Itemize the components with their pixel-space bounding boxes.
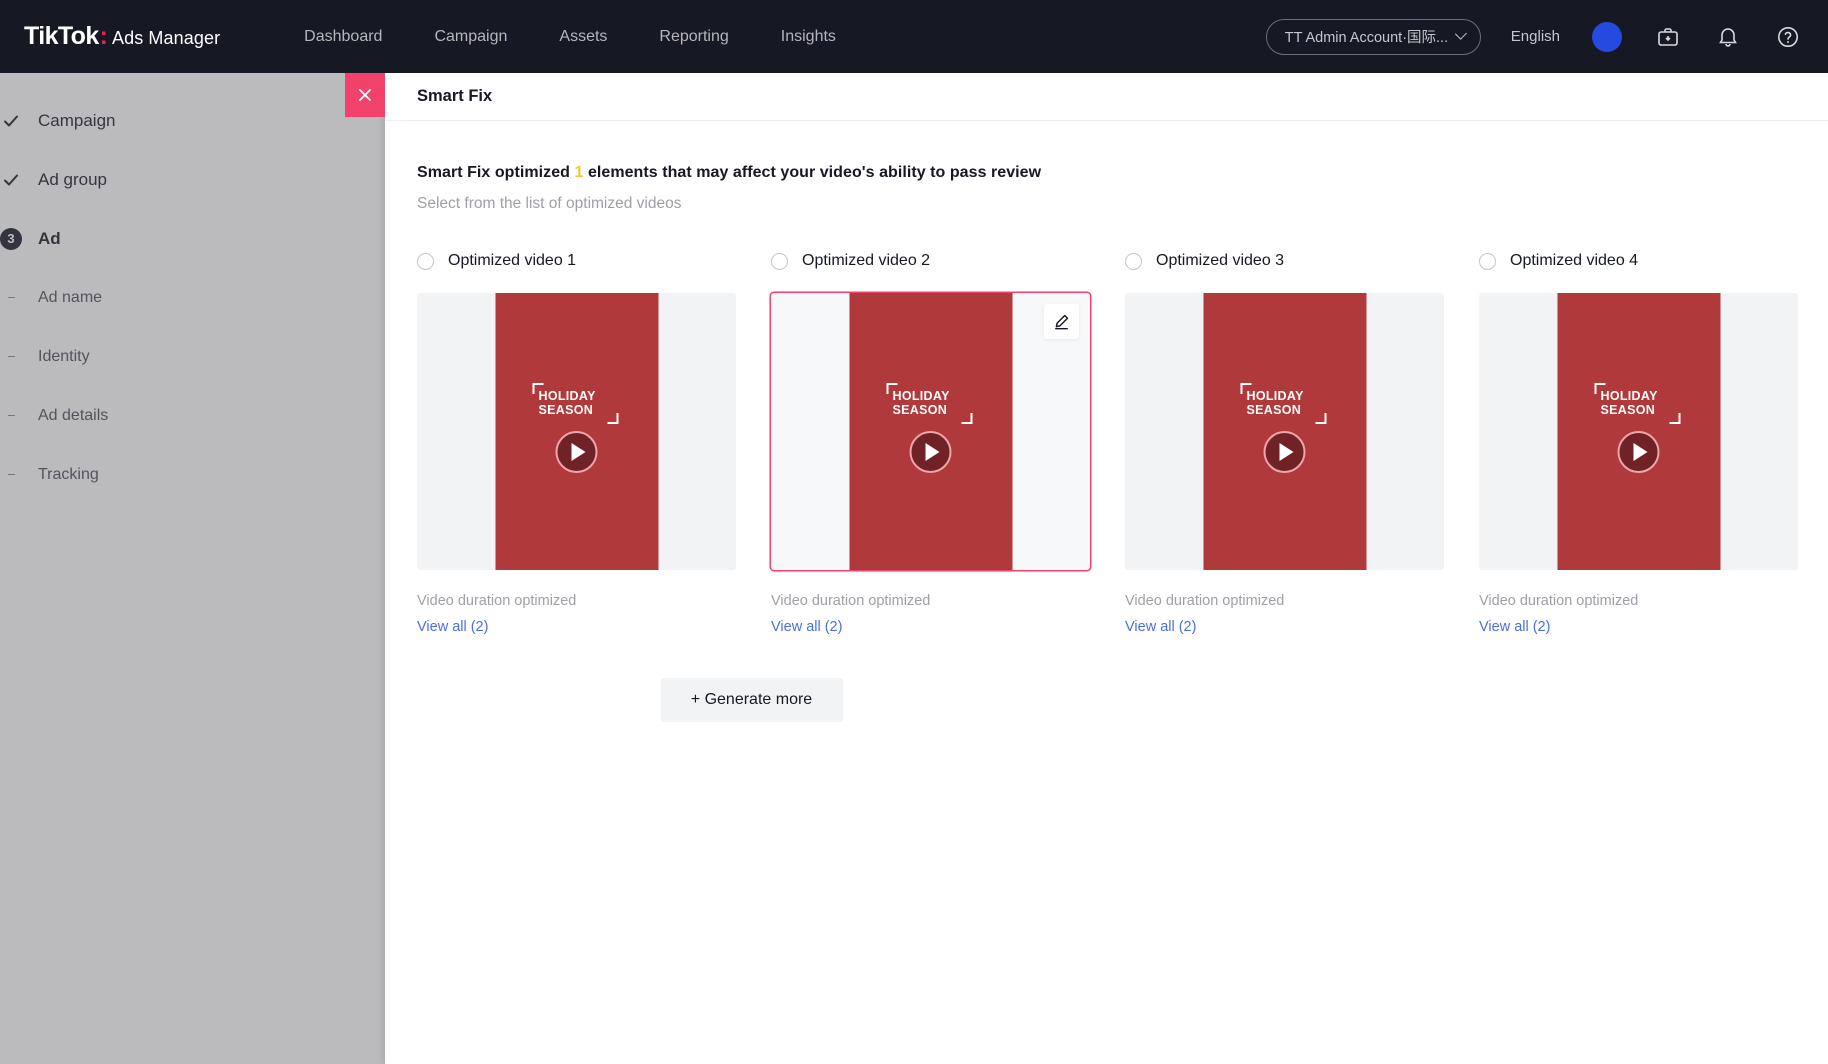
brand-logo[interactable]: TikTok : Ads Manager	[24, 22, 220, 51]
smart-fix-summary-before: Smart Fix optimized	[417, 164, 570, 181]
brand-tiktok-text: TikTok	[24, 22, 99, 50]
briefcase-icon[interactable]	[1654, 23, 1682, 51]
card-header: Optimized video 3	[1125, 248, 1479, 274]
nav-link-reporting[interactable]: Reporting	[633, 0, 754, 73]
play-icon[interactable]	[1617, 431, 1660, 473]
video-preview: HOLIDAY SEASON	[495, 293, 658, 570]
smart-fix-drawer: Smart Fix Smart Fix optimized 1 elements…	[345, 73, 1828, 1064]
account-selector[interactable]: TT Admin Account·国际...	[1265, 18, 1481, 55]
optimized-video-2-title: Optimized video 2	[802, 252, 931, 269]
edit-video-button[interactable]	[1044, 304, 1079, 339]
page-title: Smart Fix	[417, 87, 493, 105]
brand-colon: :	[99, 22, 108, 50]
optimized-video-4-title: Optimized video 4	[1510, 252, 1639, 269]
bracket-bottom-right-icon	[607, 413, 619, 424]
card-header: Optimized video 1	[417, 248, 771, 274]
generate-more-button[interactable]: + Generate more	[660, 678, 843, 722]
optimized-video-card: Optimized video 3 HOLIDAY SEASON Video d…	[1125, 248, 1479, 636]
optimized-video-2-thumbnail[interactable]: HOLIDAY SEASON	[771, 293, 1090, 570]
smart-fix-count: 1	[574, 164, 584, 181]
optimized-video-3-view-all-link[interactable]: View all (2)	[1125, 619, 1196, 635]
card-header: Optimized video 4	[1479, 248, 1828, 274]
video-preview: HOLIDAY SEASON	[1557, 293, 1720, 570]
generate-more-row: + Generate more	[417, 678, 1796, 722]
optimized-video-2-view-all-link[interactable]: View all (2)	[771, 619, 842, 635]
pencil-icon	[1055, 314, 1069, 330]
play-icon[interactable]	[1263, 431, 1306, 473]
modal-scrim-overlay[interactable]	[0, 73, 385, 1064]
smart-fix-instruction: Select from the list of optimized videos	[417, 195, 682, 212]
optimized-video-1-title: Optimized video 1	[448, 252, 577, 269]
drawer-header: Smart Fix	[385, 73, 1828, 121]
smart-fix-summary: Smart Fix optimized 1 elements that may …	[417, 164, 1796, 182]
optimized-video-card: Optimized video 4 HOLIDAY SEASON Video d…	[1479, 248, 1828, 636]
bell-icon[interactable]	[1714, 23, 1742, 51]
optimized-video-4-radio[interactable]	[1479, 252, 1496, 270]
optimized-video-3-radio[interactable]	[1125, 252, 1142, 270]
optimized-video-4-thumbnail[interactable]: HOLIDAY SEASON	[1479, 293, 1798, 570]
optimized-video-list: Optimized video 1 HOLIDAY SEASON Video d…	[417, 248, 1798, 636]
close-drawer-button[interactable]	[345, 73, 385, 117]
optimized-video-card: Optimized video 2 HOLIDAY SEASON Video d…	[771, 248, 1125, 636]
optimized-video-1-view-all-link[interactable]: View all (2)	[417, 619, 488, 635]
holiday-overlay-text: HOLIDAY SEASON	[1591, 383, 1687, 424]
optimized-video-card: Optimized video 1 HOLIDAY SEASON Video d…	[417, 248, 771, 636]
optimized-video-3-title: Optimized video 3	[1156, 252, 1285, 269]
bracket-bottom-right-icon	[1315, 413, 1327, 424]
nav-link-insights[interactable]: Insights	[755, 0, 862, 73]
nav-right-cluster: TT Admin Account·国际... English	[1265, 18, 1802, 55]
smart-fix-summary-after: elements that may affect your video's ab…	[587, 164, 1042, 181]
nav-link-campaign[interactable]: Campaign	[408, 0, 533, 73]
card-header: Optimized video 2	[771, 248, 1125, 274]
nav-link-dashboard[interactable]: Dashboard	[278, 0, 408, 73]
drawer-body: Smart Fix optimized 1 elements that may …	[385, 164, 1828, 722]
optimized-video-4-view-all-link[interactable]: View all (2)	[1479, 619, 1550, 635]
brand-product-text: Ads Manager	[112, 28, 221, 48]
help-icon[interactable]	[1774, 23, 1802, 51]
optimized-video-3-thumbnail[interactable]: HOLIDAY SEASON	[1125, 293, 1444, 570]
language-selector[interactable]: English	[1511, 28, 1560, 45]
play-icon[interactable]	[909, 431, 952, 473]
chevron-down-icon	[1455, 27, 1467, 40]
top-navigation-bar: TikTok : Ads Manager Dashboard Campaign …	[0, 0, 1828, 73]
optimized-video-1-caption: Video duration optimized	[417, 593, 577, 609]
optimized-video-1-thumbnail[interactable]: HOLIDAY SEASON	[417, 293, 736, 570]
holiday-overlay-text: HOLIDAY SEASON	[529, 383, 625, 424]
optimized-video-2-caption: Video duration optimized	[771, 593, 931, 609]
optimized-video-4-caption: Video duration optimized	[1479, 593, 1639, 609]
holiday-overlay-text: HOLIDAY SEASON	[1237, 383, 1333, 424]
video-preview: HOLIDAY SEASON	[1203, 293, 1366, 570]
holiday-overlay-text: HOLIDAY SEASON	[883, 383, 979, 424]
play-icon[interactable]	[555, 431, 598, 473]
optimized-video-2-radio[interactable]	[771, 252, 788, 270]
bracket-bottom-right-icon	[961, 413, 973, 424]
bracket-bottom-right-icon	[1669, 413, 1681, 424]
close-icon	[359, 89, 371, 101]
video-preview: HOLIDAY SEASON	[849, 293, 1012, 570]
avatar[interactable]	[1592, 21, 1622, 52]
bracket-top-left-icon	[532, 383, 544, 394]
main-nav-links: Dashboard Campaign Assets Reporting Insi…	[278, 0, 862, 73]
account-selector-label: TT Admin Account·国际...	[1284, 30, 1449, 46]
optimized-video-3-caption: Video duration optimized	[1125, 593, 1285, 609]
bracket-top-left-icon	[1594, 383, 1606, 394]
optimized-video-1-radio[interactable]	[417, 252, 434, 270]
bracket-top-left-icon	[886, 383, 898, 394]
bracket-top-left-icon	[1240, 383, 1252, 394]
nav-link-assets[interactable]: Assets	[533, 0, 633, 73]
